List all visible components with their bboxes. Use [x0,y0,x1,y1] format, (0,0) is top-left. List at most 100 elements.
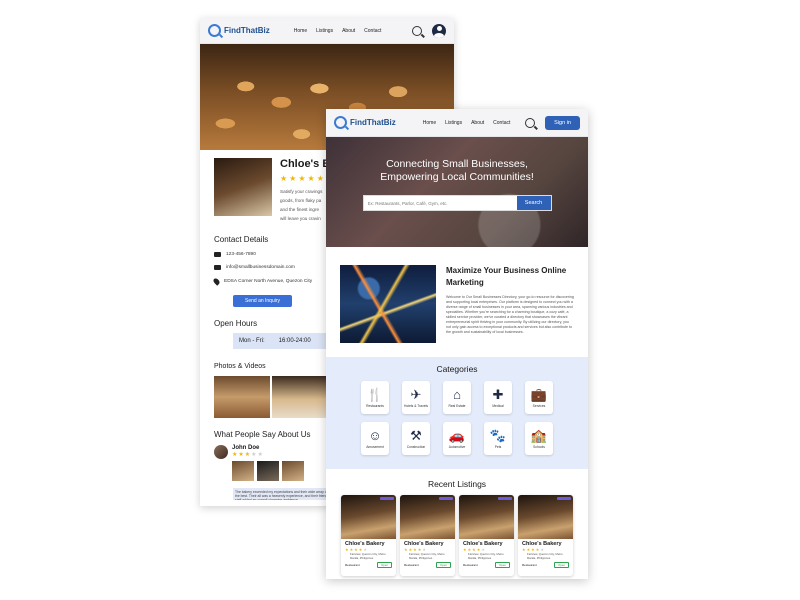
category-label: Hotels & Travels [403,403,428,408]
search-icon[interactable] [412,25,422,36]
listing-card[interactable]: Chloe's Bakery ★★★★★ Fairview, Quezon Ci… [341,495,396,576]
top-nav: FindThatBiz Home Listings About Contact [200,18,454,44]
categories-grid: 🍴 Restaurants ✈ Hotels & Travels ⌂ Real Est… [326,381,588,455]
logo-text: FindThatBiz [224,26,270,35]
gallery-photo[interactable] [214,376,270,418]
nav-about[interactable]: About [471,120,484,126]
hours-days: Mon - Fri: [239,338,265,344]
medical-cross-icon: ✚ [492,386,504,402]
user-circle-icon[interactable] [432,23,446,38]
nav-actions: Sign in [525,115,580,130]
hero-search-bar: Search [362,195,552,211]
gallery-photo[interactable] [272,376,328,418]
logo[interactable]: FindThatBiz [334,116,396,129]
review-rating: ★★★★★ [232,452,264,458]
category-label: Restaurants [366,403,384,408]
listing-badge [498,497,512,500]
mail-icon [214,265,221,270]
categories-title: Categories [436,364,478,374]
open-status-badge: Open [554,562,569,568]
listing-category: Restaurant [404,563,419,567]
nav-links: Home Listings About Contact [294,28,382,34]
nav-about[interactable]: About [342,28,355,34]
plane-icon: ✈ [410,386,422,402]
category-label: Pets [494,444,502,449]
category-pets[interactable]: 🐾 Pets [484,422,512,455]
utensils-icon: 🍴 [366,386,384,402]
marketing-text: Maximize Your Business Online Marketing … [446,265,574,357]
categories-section: Categories 🍴 Restaurants ✈ Hotels & Travel… [326,357,588,469]
nav-listings[interactable]: Listings [445,120,462,126]
listing-category: Restaurant [522,563,537,567]
hero-title-line: Connecting Small Businesses, [386,158,528,170]
listing-badge [380,497,394,500]
category-real-estate[interactable]: ⌂ Real Estate [443,381,471,414]
category-hotels-travels[interactable]: ✈ Hotels & Travels [402,381,430,414]
review-body: John Doe ★★★★★ [232,445,304,481]
car-icon: 🚗 [448,427,466,443]
listing-card[interactable]: Chloe's Bakery ★★★★★ Fairview, Quezon Ci… [459,495,514,576]
theater-mask-icon: ☺ [368,427,382,443]
home-page: FindThatBiz Home Listings About Contact … [326,109,588,579]
marketing-section: Maximize Your Business Online Marketing … [326,247,588,357]
business-thumbnail [214,158,272,216]
category-construction[interactable]: ⚒ Construction [402,422,430,455]
logo-text: FindThatBiz [350,118,396,127]
reviewer-avatar [214,445,228,459]
listing-location: Fairview, Quezon City, Metro Manila, Phi… [409,552,445,560]
logo[interactable]: FindThatBiz [208,24,270,37]
category-label: Automotive [448,444,466,449]
hero-search-button[interactable]: Search [516,196,551,210]
nav-links: Home Listings About Contact [423,120,511,126]
category-medical[interactable]: ✚ Medical [484,381,512,414]
search-icon[interactable] [525,117,536,128]
email-text[interactable]: info@smallbusinessdomain.com [226,265,295,270]
review-photo[interactable] [282,461,304,481]
listing-name: Chloe's Bakery [463,541,503,547]
nav-home[interactable]: Home [423,120,436,126]
open-status-badge: Open [436,562,451,568]
city-night-image [340,265,436,343]
category-amusement[interactable]: ☺ Amusement [361,422,389,455]
school-icon: 🏫 [530,427,548,443]
nav-actions [412,23,446,38]
hero-title: Connecting Small Businesses, Empowering … [380,158,533,184]
open-status-badge: Open [495,562,510,568]
nav-home[interactable]: Home [294,28,307,34]
logo-magnifier-icon [334,116,347,129]
listing-category: Restaurant [463,563,478,567]
listing-location: Fairview, Quezon City, Metro Manila, Phi… [468,552,504,560]
listing-card[interactable]: Chloe's Bakery ★★★★★ Fairview, Quezon Ci… [400,495,455,576]
nav-listings[interactable]: Listings [316,28,333,34]
listing-location: Fairview, Quezon City, Metro Manila, Phi… [527,552,563,560]
review-photos [232,461,304,481]
listing-name: Chloe's Bakery [404,541,444,547]
nav-contact[interactable]: Contact [493,120,510,126]
recent-listings: Chloe's Bakery ★★★★★ Fairview, Quezon Ci… [326,495,588,576]
listing-card[interactable]: Chloe's Bakery ★★★★★ Fairview, Quezon Ci… [518,495,573,576]
marketing-body: Welcome to Our Small Businesses Director… [446,295,574,334]
listing-name: Chloe's Bakery [522,541,562,547]
category-label: Services [532,403,546,408]
hero-search-input[interactable] [363,196,517,210]
review-photo[interactable] [232,461,254,481]
category-restaurants[interactable]: 🍴 Restaurants [361,381,389,414]
category-label: Real Estate [448,403,466,408]
marketing-title: Maximize Your Business Online Marketing [446,266,567,287]
category-schools[interactable]: 🏫 Schools [525,422,553,455]
sign-in-button[interactable]: Sign in [545,115,580,130]
listing-image [459,495,514,539]
hero-banner: Connecting Small Businesses, Empowering … [326,137,588,247]
category-services[interactable]: 💼 Services [525,381,553,414]
hero-title-line: Empowering Local Communities! [380,171,534,183]
send-inquiry-button[interactable]: Send an Inquiry [233,295,293,307]
listing-category: Restaurant [345,563,360,567]
category-automotive[interactable]: 🚗 Automotive [443,422,471,455]
listing-footer: Restaurant Open [341,560,396,568]
nav-contact[interactable]: Contact [364,28,381,34]
listing-footer: Restaurant Open [400,560,455,568]
listing-badge [439,497,453,500]
phone-icon [214,252,221,257]
review-photo[interactable] [257,461,279,481]
top-nav: FindThatBiz Home Listings About Contact … [326,109,588,137]
